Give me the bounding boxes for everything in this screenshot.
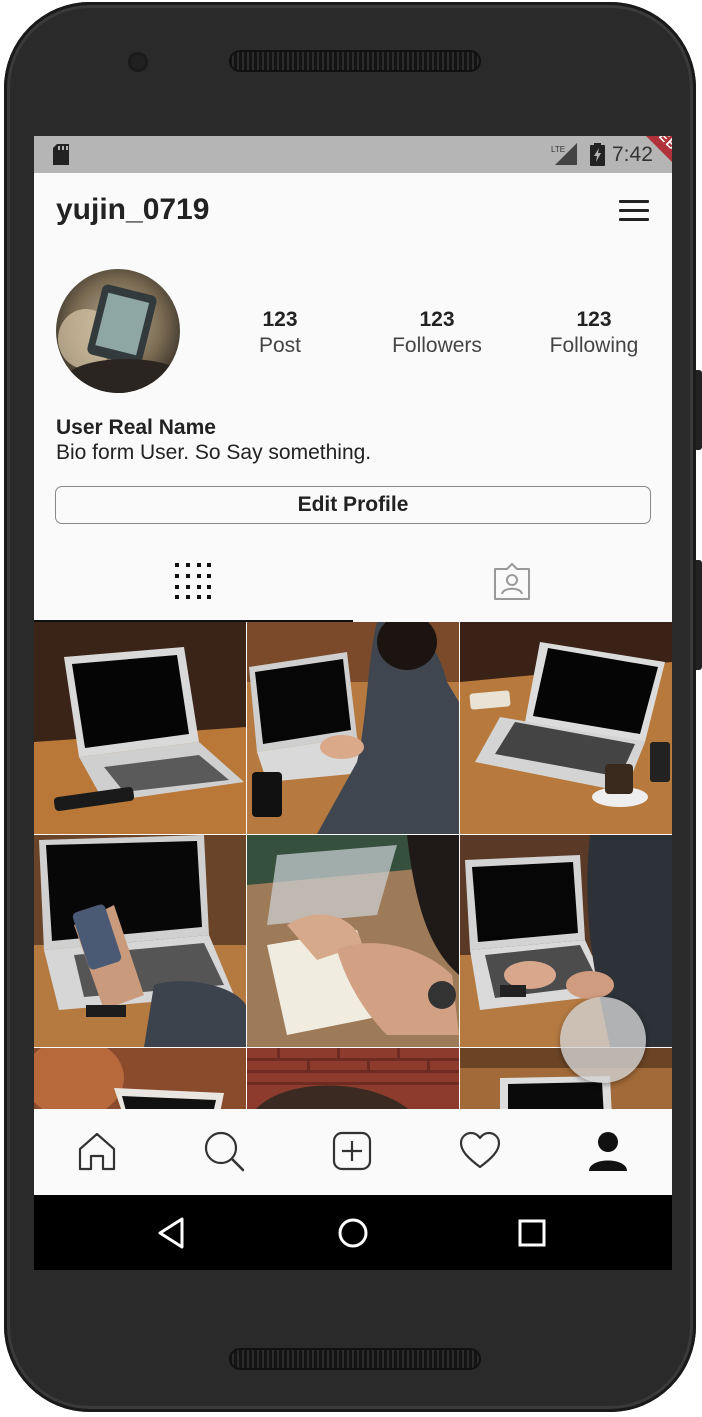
photo-thumbnail[interactable]: [247, 1048, 459, 1109]
tab-tagged[interactable]: [353, 546, 672, 622]
front-camera: [128, 52, 148, 72]
top-speaker: [229, 50, 481, 72]
tagged-person-icon: [494, 563, 530, 600]
photo-thumbnail[interactable]: [247, 835, 459, 1047]
status-bar: LTE 7:42 DEBUG: [34, 136, 672, 196]
profile-icon[interactable]: [586, 1129, 630, 1173]
volume-button: [696, 370, 702, 450]
photo-thumbnail[interactable]: [34, 622, 246, 834]
edit-profile-button[interactable]: Edit Profile: [55, 486, 651, 524]
clock: 7:42: [612, 143, 653, 166]
home-icon[interactable]: [75, 1129, 119, 1173]
power-button: [696, 560, 702, 670]
photo-thumbnail[interactable]: [460, 835, 672, 1047]
add-post-icon[interactable]: [330, 1129, 374, 1173]
photo-thumbnail[interactable]: [460, 622, 672, 834]
search-icon[interactable]: [202, 1129, 246, 1173]
stat-following[interactable]: 123 Following: [524, 308, 664, 358]
recents-icon[interactable]: [514, 1215, 550, 1251]
svg-text:LTE: LTE: [551, 145, 565, 154]
stat-value: 123: [576, 308, 612, 331]
stat-followers[interactable]: 123 Followers: [367, 308, 507, 358]
floating-action-button[interactable]: [560, 997, 646, 1083]
lte-signal-icon: LTE: [551, 143, 577, 165]
hamburger-menu-icon[interactable]: [619, 200, 649, 222]
stat-value: 123: [262, 308, 298, 331]
tab-grid[interactable]: [34, 546, 353, 622]
home-circle-icon[interactable]: [335, 1215, 371, 1251]
app-screen: LTE 7:42 DEBUG yujin_0719 123 Post 123 F…: [34, 136, 672, 1270]
bottom-speaker: [229, 1348, 481, 1370]
back-icon[interactable]: [154, 1215, 190, 1251]
photo-thumbnail[interactable]: [34, 1048, 246, 1109]
photo-thumbnail[interactable]: [247, 622, 459, 834]
sd-card-icon: [53, 144, 69, 165]
stat-label: Post: [258, 334, 302, 357]
system-navigation-bar: [34, 1195, 672, 1270]
profile-tabs: [34, 546, 672, 622]
battery-charging-icon: [590, 143, 605, 166]
profile-real-name: User Real Name: [56, 416, 216, 439]
username-title: yujin_0719: [56, 193, 210, 226]
grid-icon: [175, 563, 211, 599]
stat-value: 123: [419, 308, 455, 331]
stat-posts[interactable]: 123 Post: [210, 308, 350, 358]
stat-label: Following: [549, 334, 639, 357]
bottom-navigation: [34, 1109, 672, 1195]
stat-label: Followers: [392, 334, 482, 357]
avatar[interactable]: [56, 269, 180, 393]
profile-bio: Bio form User. So Say something.: [56, 441, 372, 464]
photo-thumbnail[interactable]: [34, 835, 246, 1047]
heart-icon[interactable]: [458, 1129, 502, 1173]
